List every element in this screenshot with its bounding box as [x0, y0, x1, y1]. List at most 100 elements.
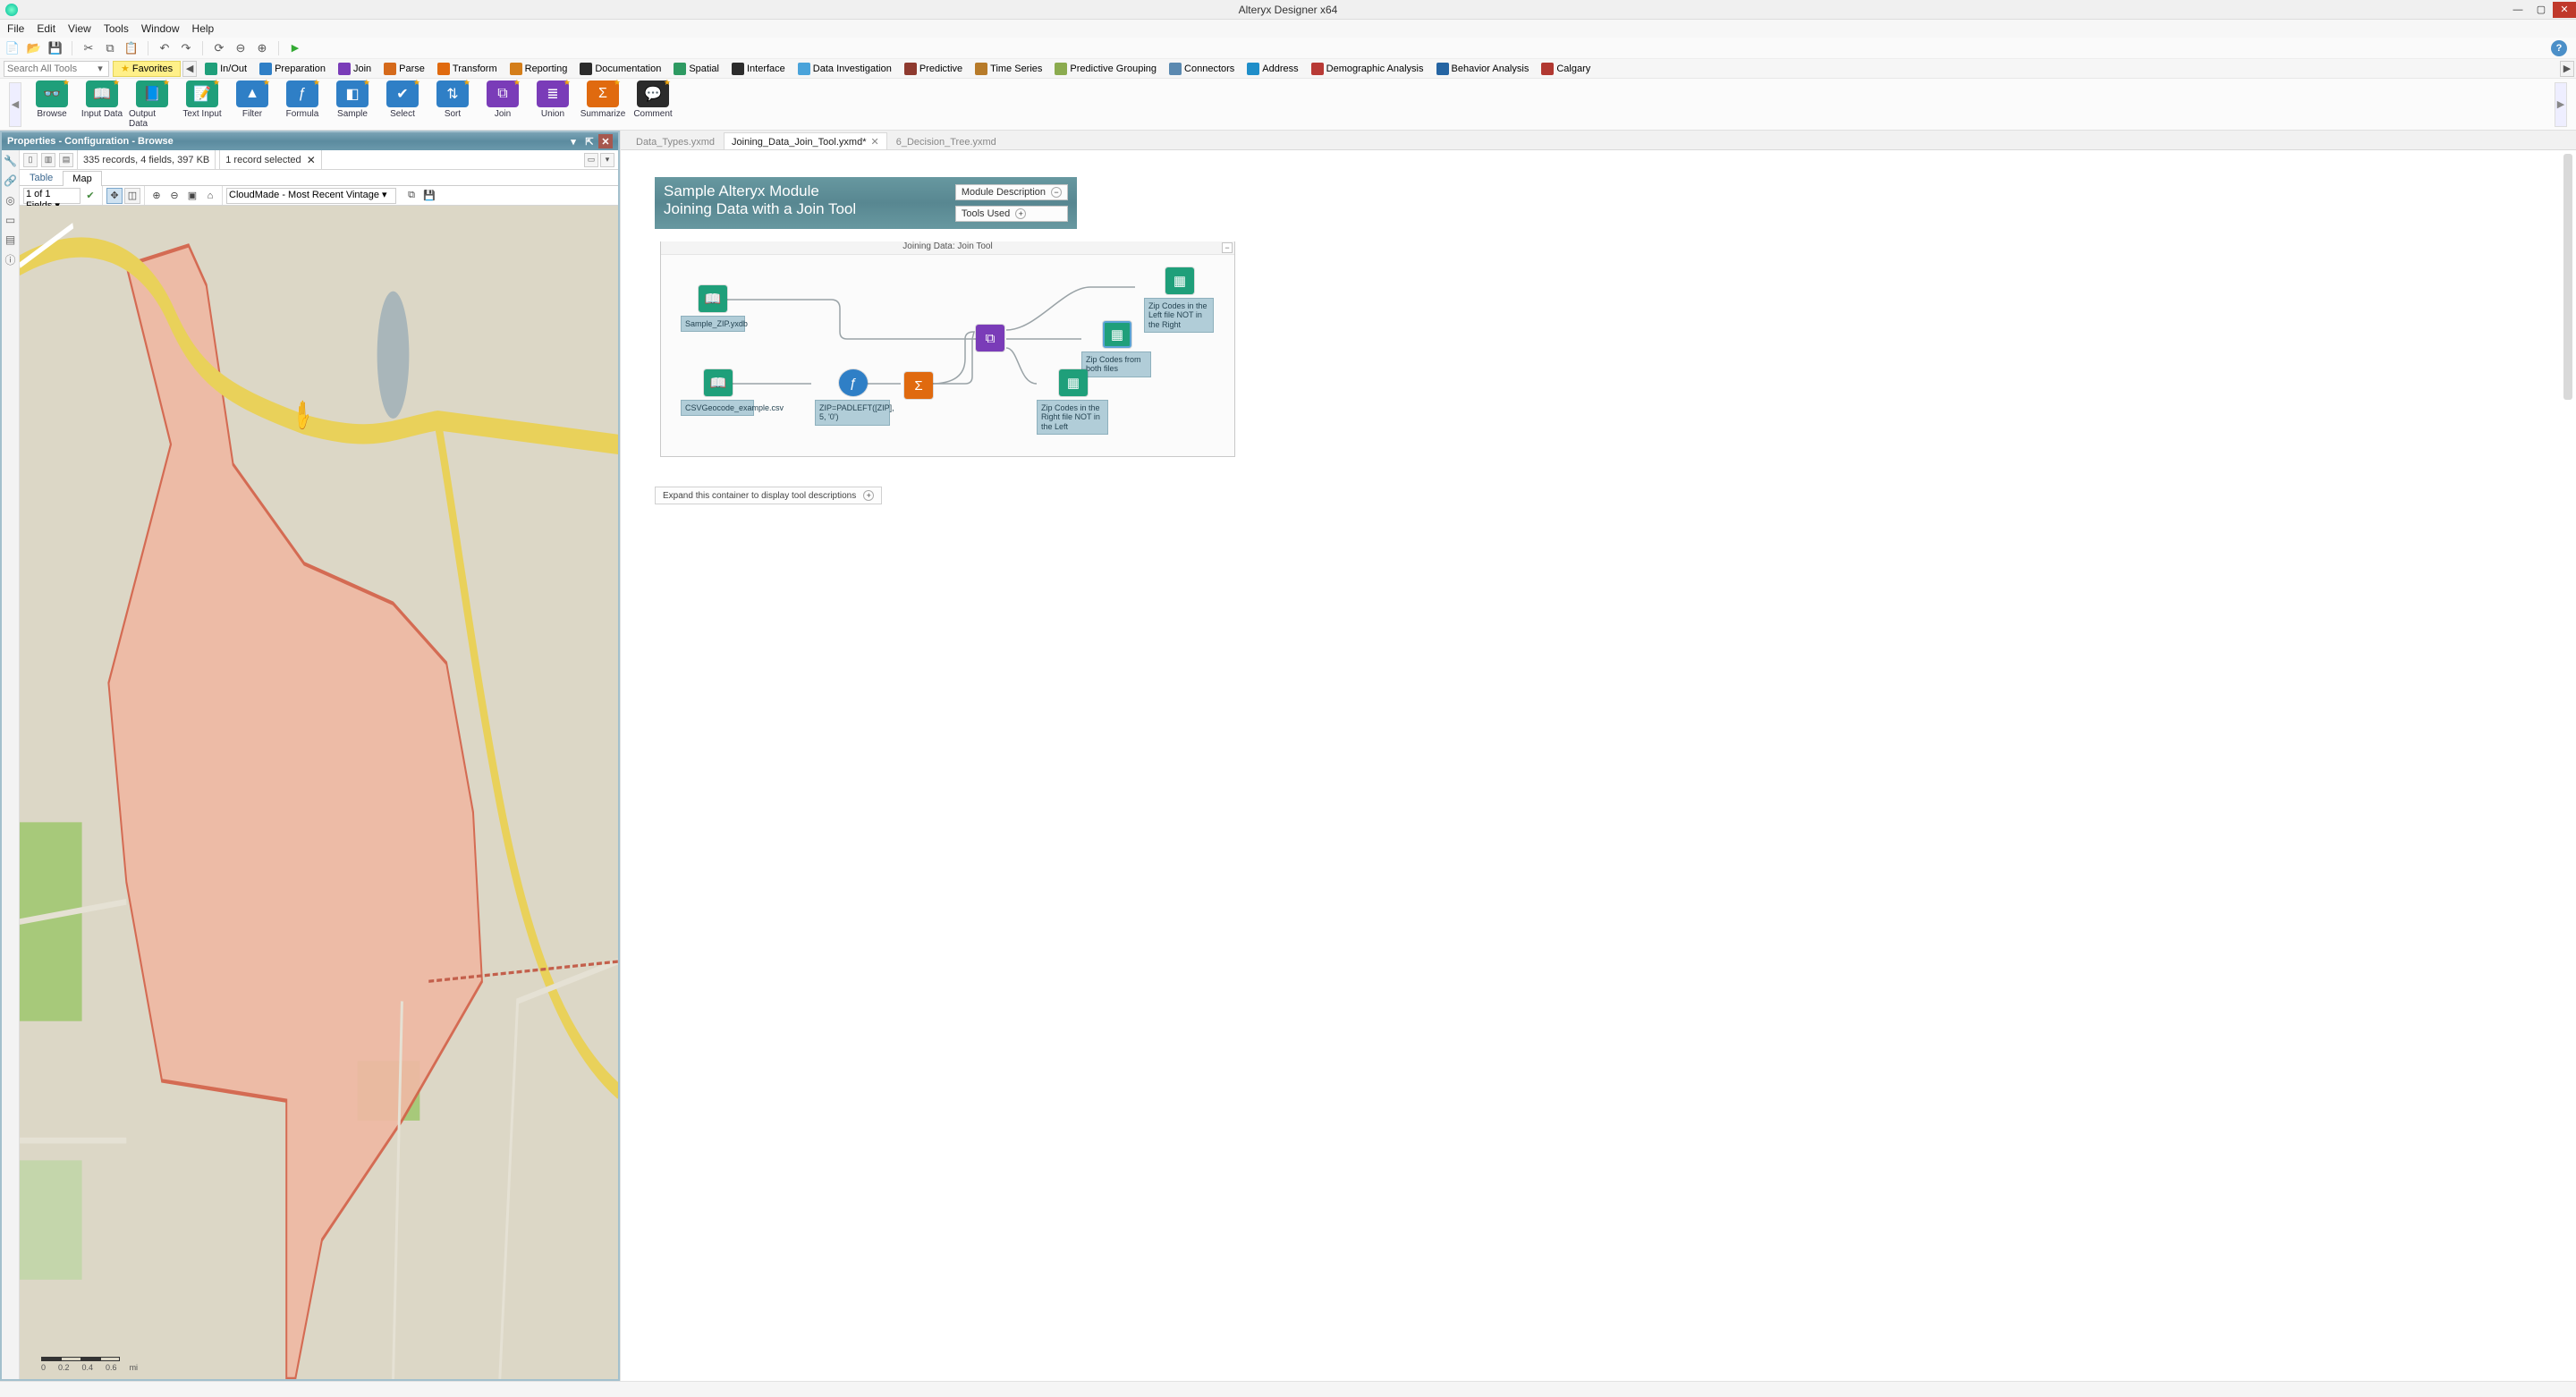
- zoom-in-icon[interactable]: ⊕: [255, 41, 269, 55]
- category-predictive-grouping[interactable]: Predictive Grouping: [1048, 61, 1163, 77]
- zoom-out-map-icon[interactable]: ⊖: [166, 188, 182, 204]
- tool-summarize[interactable]: ★ΣSummarize: [580, 80, 626, 129]
- file-tab-inactive-2[interactable]: 6_Decision_Tree.yxmd: [888, 133, 1004, 149]
- maximize-button[interactable]: ▢: [2529, 2, 2553, 18]
- join-node[interactable]: ⧉: [976, 325, 1004, 351]
- input-csv-node[interactable]: 📖 CSVGeocode_example.csv: [681, 369, 756, 416]
- category-spatial[interactable]: Spatial: [667, 61, 725, 77]
- category-interface[interactable]: Interface: [725, 61, 792, 77]
- search-dropdown-icon[interactable]: ▾: [94, 63, 106, 74]
- tool-select[interactable]: ★✔Select: [379, 80, 426, 129]
- summarize-node[interactable]: Σ: [904, 372, 933, 399]
- close-button[interactable]: ✕: [2553, 2, 2576, 18]
- redo-icon[interactable]: ↷: [179, 41, 193, 55]
- category-data-investigation[interactable]: Data Investigation: [792, 61, 898, 77]
- tab-map[interactable]: Map: [63, 171, 101, 186]
- category-join[interactable]: Join: [332, 61, 377, 77]
- panel-close-icon[interactable]: ✕: [598, 134, 613, 148]
- zoom-in-map-icon[interactable]: ⊕: [148, 188, 165, 204]
- copy-map-icon[interactable]: ⧉: [403, 188, 419, 204]
- note-icon[interactable]: ▭: [4, 213, 18, 227]
- expand-hint-box[interactable]: Expand this container to display tool de…: [655, 487, 882, 504]
- data-dd-icon[interactable]: ▾: [600, 153, 614, 167]
- minimize-button[interactable]: —: [2506, 2, 2529, 18]
- panel-collapse-icon[interactable]: ▾: [566, 134, 580, 148]
- map-viewport[interactable]: ✋ 0 0.2 0.4: [20, 206, 618, 1379]
- category-documentation[interactable]: Documentation: [573, 61, 667, 77]
- tool-formula[interactable]: ★ƒFormula: [279, 80, 326, 129]
- clear-selection-icon[interactable]: ✕: [307, 154, 316, 166]
- category-parse[interactable]: Parse: [377, 61, 431, 77]
- tool-output-data[interactable]: ★📘Output Data: [129, 80, 175, 129]
- cut-icon[interactable]: ✂: [81, 41, 96, 55]
- run-icon[interactable]: ▶: [288, 41, 302, 55]
- zoom-extent-icon[interactable]: ▣: [184, 188, 200, 204]
- refresh-icon[interactable]: ⟳: [212, 41, 226, 55]
- pan-icon[interactable]: ✥: [106, 188, 123, 204]
- menu-tools[interactable]: Tools: [104, 22, 129, 35]
- undo-icon[interactable]: ↶: [157, 41, 172, 55]
- tool-sample[interactable]: ★◧Sample: [329, 80, 376, 129]
- category-transform[interactable]: Transform: [431, 61, 504, 77]
- category-address[interactable]: Address: [1241, 61, 1304, 77]
- category-in-out[interactable]: In/Out: [199, 61, 253, 77]
- browse-left-node[interactable]: ▦ Zip Codes in the Left file NOT in the …: [1144, 267, 1216, 333]
- category-reporting[interactable]: Reporting: [504, 61, 574, 77]
- scrollbar[interactable]: [2563, 154, 2572, 400]
- tool-input-data[interactable]: ★📖Input Data: [79, 80, 125, 129]
- workflow-canvas[interactable]: Sample Alteryx Module Joining Data with …: [621, 150, 2576, 1381]
- input-sample-zip-node[interactable]: 📖 Sample_ZIP.yxdb: [681, 285, 745, 332]
- wrench-icon[interactable]: 🔧: [4, 154, 18, 168]
- tool-text-input[interactable]: ★📝Text Input: [179, 80, 225, 129]
- open-icon[interactable]: 📂: [27, 41, 41, 55]
- tag-icon[interactable]: ▤: [4, 233, 18, 247]
- basemap-select[interactable]: CloudMade - Most Recent Vintage ▾: [226, 188, 396, 204]
- layout-1-icon[interactable]: ▯: [23, 153, 38, 167]
- data-accept-icon[interactable]: ▭: [584, 153, 598, 167]
- new-icon[interactable]: 📄: [5, 41, 20, 55]
- paste-icon[interactable]: 📋: [124, 41, 139, 55]
- menu-help[interactable]: Help: [192, 22, 215, 35]
- category-demographic-analysis[interactable]: Demographic Analysis: [1305, 61, 1430, 77]
- tool-comment[interactable]: ★💬Comment: [630, 80, 676, 129]
- category-time-series[interactable]: Time Series: [969, 61, 1048, 77]
- tools-used-button[interactable]: Tools Used+: [955, 206, 1068, 222]
- workflow-container[interactable]: Joining Data: Join Tool −: [660, 241, 1235, 457]
- save-icon[interactable]: 💾: [48, 41, 63, 55]
- category-connectors[interactable]: Connectors: [1163, 61, 1241, 77]
- cat-nav-left[interactable]: ◀: [182, 61, 197, 77]
- tool-join[interactable]: ★⧉Join: [479, 80, 526, 129]
- layout-2-icon[interactable]: ▥: [41, 153, 55, 167]
- search-input[interactable]: [4, 64, 94, 74]
- formula-node[interactable]: ƒ ZIP=PADLEFT([ZIP], 5, '0'): [815, 369, 892, 426]
- panel-pin-icon[interactable]: ⇱: [582, 134, 597, 148]
- file-tab-inactive-1[interactable]: Data_Types.yxmd: [628, 133, 723, 149]
- category-predictive[interactable]: Predictive: [898, 61, 969, 77]
- link-icon[interactable]: 🔗: [4, 174, 18, 188]
- select-rect-icon[interactable]: ◫: [124, 188, 140, 204]
- browse-right-node[interactable]: ▦ Zip Codes in the Right file NOT in the…: [1037, 369, 1110, 435]
- tab-table[interactable]: Table: [20, 170, 63, 185]
- home-icon[interactable]: ⌂: [202, 188, 218, 204]
- tool-union[interactable]: ★≣Union: [530, 80, 576, 129]
- search-tools-box[interactable]: ▾: [4, 61, 109, 77]
- tool-sort[interactable]: ★⇅Sort: [429, 80, 476, 129]
- menu-edit[interactable]: Edit: [37, 22, 55, 35]
- category-behavior-analysis[interactable]: Behavior Analysis: [1430, 61, 1536, 77]
- tool-browse[interactable]: ★👓Browse: [29, 80, 75, 129]
- tab-favorites[interactable]: ★ Favorites: [113, 61, 181, 77]
- module-description-button[interactable]: Module Description−: [955, 184, 1068, 200]
- help-icon[interactable]: ?: [2551, 40, 2567, 56]
- file-tab-active[interactable]: Joining_Data_Join_Tool.yxmd* ✕: [724, 132, 887, 149]
- save-map-icon[interactable]: 💾: [421, 188, 437, 204]
- fields-check-icon[interactable]: ✔: [82, 188, 98, 204]
- menu-window[interactable]: Window: [141, 22, 180, 35]
- palette-nav-left[interactable]: ◀: [9, 82, 21, 127]
- tab-close-icon[interactable]: ✕: [870, 136, 878, 148]
- info-icon[interactable]: ⓘ: [4, 252, 18, 267]
- fields-picker[interactable]: 1 of 1 Fields ▾: [23, 188, 80, 204]
- menu-file[interactable]: File: [7, 22, 24, 35]
- target-icon[interactable]: ◎: [4, 193, 18, 207]
- category-preparation[interactable]: Preparation: [253, 61, 332, 77]
- zoom-out-icon[interactable]: ⊖: [233, 41, 248, 55]
